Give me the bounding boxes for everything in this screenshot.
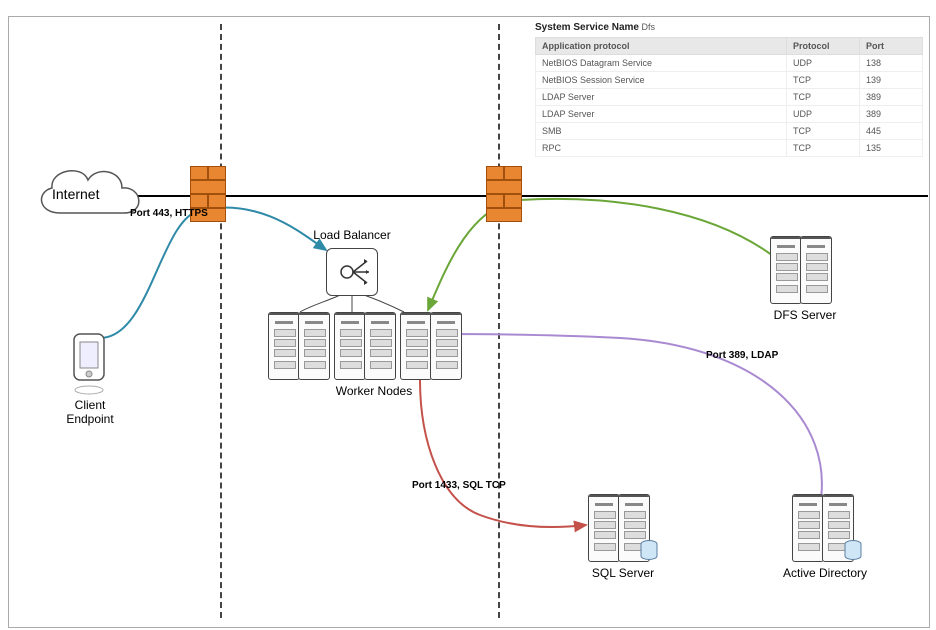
- ports-h2: Protocol: [787, 38, 860, 55]
- edge-lb-w3: [364, 295, 404, 312]
- client-endpoint-icon: [72, 332, 106, 392]
- sql-server-icon: [588, 494, 648, 566]
- edge-ad-to-worker: [438, 334, 822, 505]
- firewall-1: [190, 166, 226, 226]
- table-row: LDAP ServerTCP389: [536, 89, 923, 106]
- dfs-server-icon: [770, 236, 830, 308]
- firewall-2: [486, 166, 522, 226]
- ports-h3: Port: [860, 38, 923, 55]
- edge-lb-w1: [300, 295, 340, 312]
- internet-cloud: [30, 158, 150, 228]
- worker-node-3: [400, 312, 460, 384]
- load-balancer-icon: [326, 248, 378, 296]
- worker-node-1: [268, 312, 328, 384]
- worker-node-2: [334, 312, 394, 384]
- database-icon: [640, 540, 658, 562]
- table-row: LDAP ServerUDP389: [536, 106, 923, 123]
- edge-worker-to-sql: [420, 380, 586, 527]
- ports-table: System Service Name Dfs Application prot…: [535, 22, 923, 157]
- table-row: NetBIOS Session ServiceTCP139: [536, 72, 923, 89]
- ports-title-value: Dfs: [641, 22, 655, 32]
- table-row: SMBTCP445: [536, 123, 923, 140]
- edge-dfs-to-worker: [428, 199, 790, 310]
- ad-server-icon: [792, 494, 852, 566]
- table-row: RPCTCP135: [536, 140, 923, 157]
- ports-h1: Application protocol: [536, 38, 787, 55]
- database-icon: [844, 540, 862, 562]
- ports-title-prefix: System Service Name: [535, 22, 639, 33]
- table-row: NetBIOS Datagram ServiceUDP138: [536, 55, 923, 72]
